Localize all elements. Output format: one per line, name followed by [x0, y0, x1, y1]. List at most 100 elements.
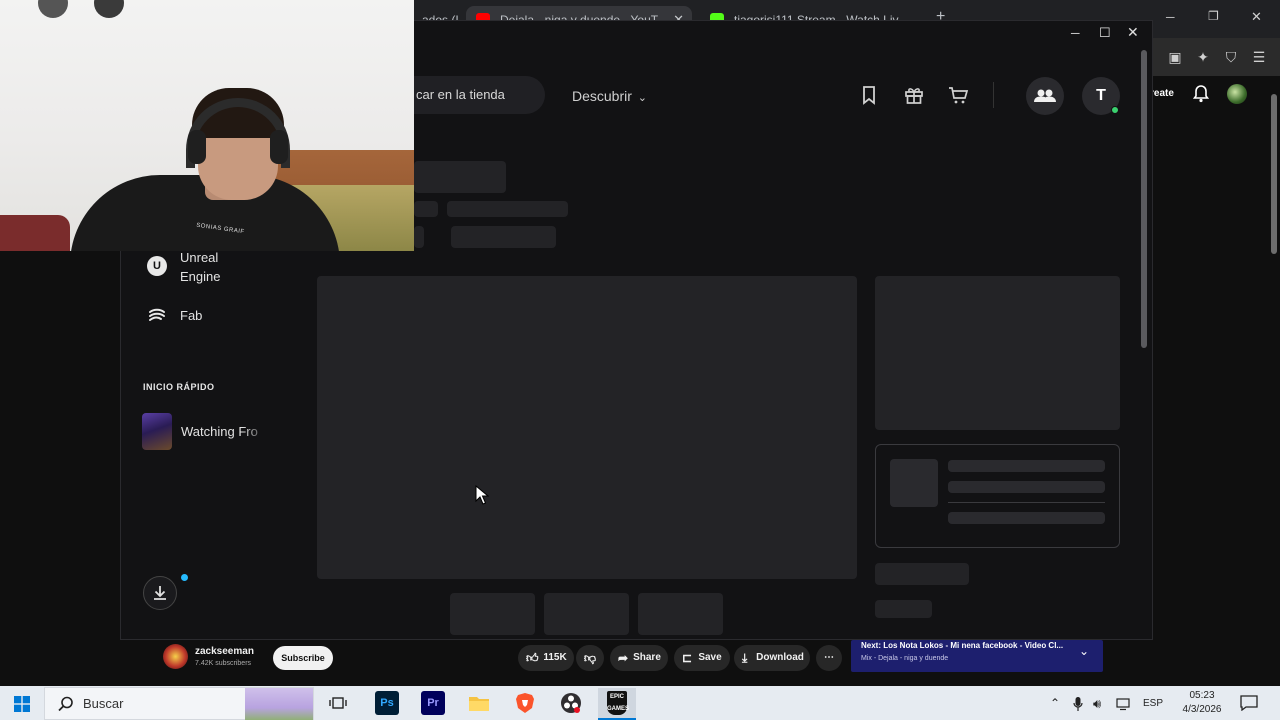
online-status-dot — [1111, 106, 1119, 114]
epic-maximize-icon[interactable]: ☐ — [1099, 25, 1111, 41]
restore-icon[interactable]: ❐ — [1208, 9, 1219, 23]
text-skeleton — [875, 600, 932, 618]
subscribe-button[interactable]: Subscribe — [273, 646, 333, 670]
epic-games-icon: EPIC GAMES — [607, 691, 629, 715]
scrollbar-thumb[interactable] — [1141, 50, 1147, 348]
volume-icon[interactable]: 🔊︎ — [1093, 696, 1101, 712]
quick-launch-thumbnail[interactable] — [142, 413, 172, 450]
friends-icon — [1034, 89, 1056, 102]
download-icon — [154, 586, 166, 600]
obs-studio-icon[interactable] — [559, 691, 583, 715]
pager-skeleton — [638, 593, 723, 635]
pager-skeleton — [450, 593, 535, 635]
title-skeleton — [414, 161, 506, 193]
minimize-icon[interactable]: ─ — [1166, 10, 1175, 24]
webcam-object — [94, 0, 124, 18]
shield-icon[interactable]: ⛉ — [1222, 48, 1240, 66]
search-highlight-image — [245, 688, 313, 720]
wallet-icon[interactable]: ▣ — [1166, 48, 1184, 66]
menu-icon[interactable]: ☰ — [1250, 48, 1268, 66]
share-icon: ➦ — [618, 651, 629, 665]
microphone-icon[interactable] — [1073, 697, 1083, 711]
discover-menu[interactable]: Descubrir ⌄ — [572, 86, 647, 106]
up-next-title: Next: Los Nota Lokos - Mi nena facebook … — [861, 641, 1064, 650]
up-next-subtitle: Mix - Dejala - niga y duende — [861, 655, 949, 662]
quick-start-heading: INICIO RÁPIDO — [143, 382, 215, 392]
clock-date: 4/3/2026 — [1182, 704, 1222, 715]
downloads-button[interactable] — [143, 576, 177, 610]
file-explorer-icon[interactable] — [467, 691, 491, 715]
pager-skeleton — [544, 593, 629, 635]
tab-skeleton — [414, 201, 438, 217]
taskbar-search-box[interactable]: Buscar — [44, 687, 314, 720]
webcam-overlay: SONIAS GRAIF — [0, 0, 414, 251]
friends-button[interactable] — [1026, 77, 1064, 115]
download-label: Download — [756, 652, 804, 663]
epic-scrollbar[interactable] — [1139, 50, 1149, 634]
network-icon[interactable] — [1116, 697, 1132, 711]
share-button[interactable]: ➦ Share — [610, 645, 668, 671]
taskbar-search-label: Buscar — [83, 696, 124, 711]
text-skeleton — [875, 563, 969, 585]
wishlist-bookmark-icon[interactable] — [858, 84, 880, 106]
discover-label: Descubrir — [572, 88, 632, 104]
up-next-card[interactable]: Next: Los Nota Lokos - Mi nena facebook … — [851, 640, 1103, 672]
close-window-icon[interactable]: ✕ — [1251, 9, 1262, 25]
side-card-skeleton — [875, 276, 1120, 430]
notifications-bell-icon[interactable] — [1193, 85, 1209, 103]
unreal-engine-icon: U — [147, 256, 167, 276]
save-button[interactable]: ⊏ Save — [674, 645, 730, 671]
brave-browser-icon[interactable] — [513, 691, 537, 715]
show-hidden-icons-chevron-icon[interactable]: ⌃ — [1050, 696, 1060, 710]
photoshop-icon[interactable]: Ps — [375, 691, 399, 715]
download-button[interactable]: ⤓ Download — [734, 645, 810, 671]
channel-avatar[interactable] — [163, 644, 188, 669]
windows-start-icon[interactable] — [14, 696, 30, 712]
chevron-down-icon[interactable]: ⌄ — [1079, 644, 1089, 658]
quick-launch-item[interactable]: Watching Fro — [181, 422, 269, 441]
epic-minimize-icon[interactable]: ─ — [1071, 26, 1080, 40]
thumbs-down-icon: 👎︎ — [583, 651, 597, 665]
headset-earcup — [270, 130, 288, 164]
dislike-button[interactable]: 👎︎ — [576, 645, 604, 671]
webcam-object — [38, 0, 68, 18]
download-icon: ⤓ — [742, 651, 748, 665]
divider — [948, 502, 1105, 503]
like-count: 115K — [543, 652, 567, 663]
fab-icon — [147, 306, 167, 326]
epic-close-icon[interactable]: ✕ — [1127, 24, 1139, 41]
tab-skeleton — [447, 201, 568, 217]
search-icon — [57, 695, 75, 713]
download-notification-dot — [181, 574, 188, 581]
tab-skeleton — [414, 226, 424, 248]
text-line-skeleton — [948, 460, 1105, 472]
clock-time: 05:23 — [1189, 690, 1215, 701]
hero-carousel-skeleton — [317, 276, 857, 579]
premiere-pro-icon[interactable]: Pr — [421, 691, 445, 715]
gift-icon[interactable] — [903, 84, 925, 106]
epic-games-taskbar-item-active[interactable]: EPIC GAMES — [598, 688, 636, 720]
page-scrollbar[interactable] — [1268, 80, 1280, 680]
more-actions-button[interactable]: ⋯ — [816, 645, 842, 671]
cart-icon[interactable] — [947, 84, 969, 106]
youtube-avatar[interactable] — [1227, 84, 1247, 104]
input-language-indicator[interactable]: ESP — [1143, 698, 1163, 709]
leo-ai-icon[interactable]: ✦ — [1194, 48, 1212, 66]
create-button[interactable]: reate — [1150, 84, 1184, 104]
like-button[interactable]: 👍︎ 115K — [518, 645, 574, 671]
sidebar-item-unreal-engine[interactable]: Unreal Engine — [180, 248, 220, 286]
save-label: Save — [698, 652, 722, 663]
headset-earcup — [188, 130, 206, 164]
channel-name[interactable]: zackseeman — [195, 646, 254, 657]
webcam-chair — [0, 215, 70, 251]
taskbar-clock[interactable]: 05:23 4/3/2026 — [1172, 689, 1232, 717]
text-line-skeleton — [948, 481, 1105, 493]
notification-center-icon[interactable] — [1240, 695, 1258, 711]
sidebar-item-fab[interactable]: Fab — [180, 306, 202, 325]
more-icon: ⋯ — [824, 652, 834, 663]
task-view-icon[interactable] — [329, 695, 347, 711]
scrollbar-thumb[interactable] — [1271, 94, 1277, 254]
thumbnail-skeleton — [890, 459, 938, 507]
youtube-page — [1152, 76, 1280, 616]
thumbs-up-icon: 👍︎ — [526, 651, 539, 665]
